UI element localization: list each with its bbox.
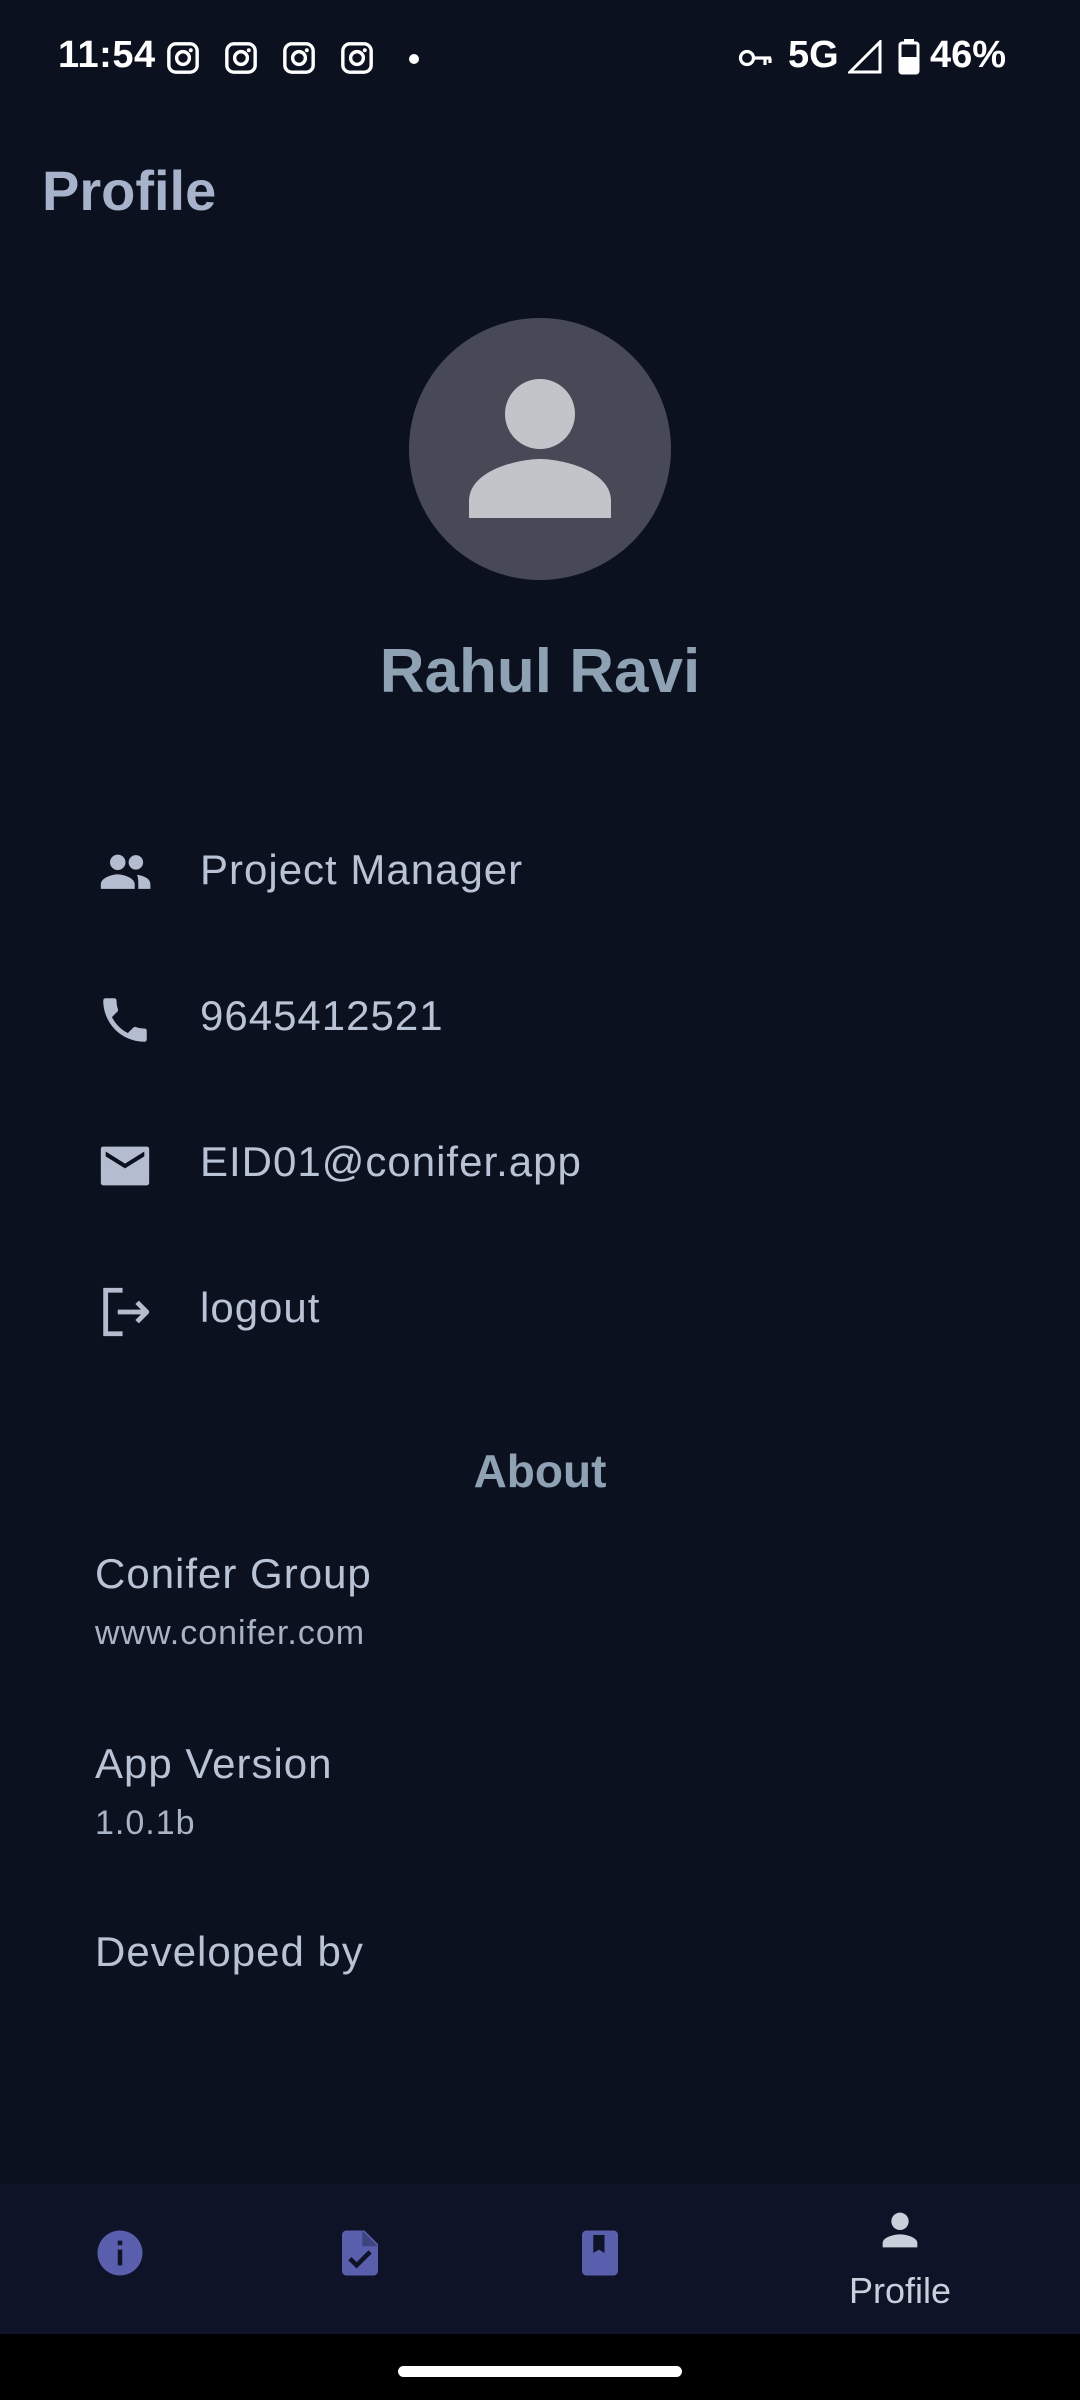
phone-icon	[103, 998, 147, 1042]
email-address: EID01@conifer.app	[200, 1138, 582, 1185]
nav-item-bookmarks[interactable]	[480, 2184, 720, 2334]
email-icon	[100, 1146, 150, 1186]
people-icon	[100, 854, 151, 889]
person-icon	[469, 379, 611, 518]
vpn-key-icon	[738, 49, 772, 67]
company-name: Conifer Group	[95, 1550, 372, 1597]
email-row[interactable]: EID01@conifer.app	[0, 1114, 1080, 1214]
developed-by-label: Developed by	[95, 1928, 364, 1975]
phone-number: 9645412521	[200, 992, 444, 1039]
user-name: Rahul Ravi	[379, 637, 701, 706]
about-title: About	[473, 1445, 607, 1497]
nav-item-tasks[interactable]	[240, 2184, 480, 2334]
page-title: Profile	[42, 159, 217, 222]
status-bar: 11:54 5G 46%	[0, 0, 1080, 118]
instagram-icon	[283, 42, 315, 74]
home-indicator[interactable]	[398, 2366, 682, 2377]
bottom-nav: Profile	[0, 2184, 1080, 2334]
avatar	[409, 318, 671, 580]
info-icon	[97, 2230, 143, 2276]
battery-percent: 46%	[930, 34, 1007, 76]
role-row: Project Manager	[0, 822, 1080, 922]
nav-item-profile[interactable]: Profile	[780, 2184, 1020, 2334]
instagram-icon	[167, 42, 199, 74]
nav-item-info[interactable]	[0, 2184, 240, 2334]
battery-icon	[898, 39, 920, 75]
logout-label: logout	[200, 1284, 321, 1331]
network-type: 5G	[788, 34, 839, 76]
instagram-icon	[225, 42, 257, 74]
instagram-icon	[341, 42, 373, 74]
status-time: 11:54	[58, 34, 156, 76]
app-version-label: App Version	[95, 1740, 333, 1787]
signal-icon	[848, 40, 882, 74]
logout-row[interactable]: logout	[0, 1260, 1080, 1360]
bookmark-book-icon	[582, 2230, 618, 2276]
task-document-icon	[342, 2230, 378, 2276]
more-notifications-dot	[409, 54, 419, 64]
phone-row[interactable]: 9645412521	[0, 968, 1080, 1068]
role-label: Project Manager	[200, 846, 524, 893]
app-version: 1.0.1b	[95, 1804, 196, 1842]
company-website[interactable]: www.conifer.com	[95, 1614, 365, 1653]
person-icon	[882, 2212, 918, 2248]
logout-icon	[103, 1287, 150, 1337]
nav-label-profile: Profile	[848, 2270, 952, 2311]
